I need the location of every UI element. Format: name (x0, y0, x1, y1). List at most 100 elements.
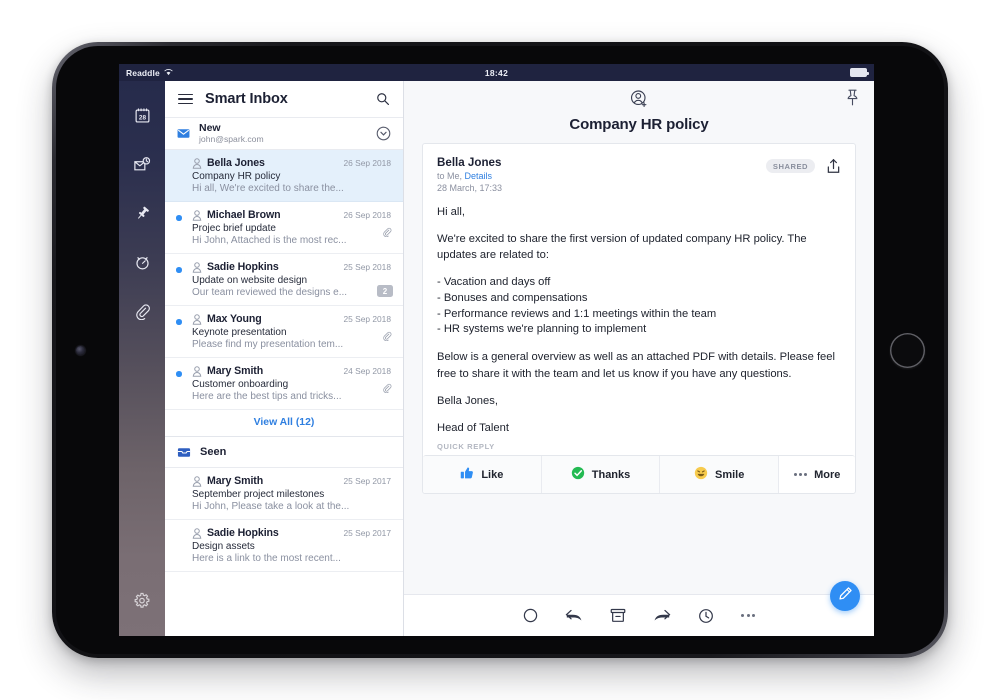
sender-name: Bella Jones (207, 157, 265, 169)
quick-reply-bar: Like Thanks Smile More (423, 455, 855, 494)
unread-dot (176, 215, 182, 221)
add-person-icon[interactable] (404, 89, 874, 109)
message-subject: Company HR policy (192, 171, 281, 182)
message-subject: Update on website design (192, 275, 308, 286)
reply-button[interactable] (565, 608, 583, 623)
message-date: 25 Sep 2017 (343, 476, 391, 486)
row-line1: Bella Jones 26 Sep 2018 (192, 157, 391, 169)
bullet-item: - Vacation and days off (437, 275, 551, 288)
message-preview: Here are the best tips and tricks... (192, 391, 342, 402)
quick-reply-label-smile: Smile (715, 468, 745, 481)
inbox-tray-icon (177, 447, 191, 458)
bullet-item: - HR systems we're planning to implement (437, 323, 647, 336)
quick-reply-thanks-button[interactable]: Thanks (541, 456, 661, 494)
message-preview: Our team reviewed the designs e... (192, 287, 348, 298)
quick-reply-label: QUICK REPLY (437, 442, 495, 452)
pin-icon (134, 205, 151, 227)
message-subject: Keynote presentation (192, 327, 287, 338)
person-icon (192, 475, 202, 487)
body-signoff: Bella Jones, (437, 394, 498, 407)
status-bar: Readdle 18:42 (119, 64, 874, 81)
message-date: 24 Sep 2018 (343, 366, 391, 376)
snooze-button[interactable] (698, 608, 714, 624)
paperclip-icon (134, 303, 151, 325)
person-icon (192, 157, 202, 169)
rail-item-inbox-pending[interactable] (119, 142, 165, 191)
body-intro: We're excited to share the first version… (437, 233, 807, 262)
list-item[interactable]: Michael Brown 26 Sep 2018 Projec brief u… (165, 202, 403, 254)
smile-emoji-icon (694, 466, 708, 483)
list-item[interactable]: Bella Jones 26 Sep 2018 Company HR polic… (165, 150, 403, 202)
message-preview: Here is a link to the most recent... (192, 553, 341, 564)
list-header: Smart Inbox (165, 81, 403, 118)
message-date: 25 Sep 2017 (343, 528, 391, 538)
gear-icon (133, 592, 151, 615)
person-icon (192, 313, 202, 325)
message-preview: Hi John, Please take a look at the... (192, 501, 350, 512)
sender-name: Sadie Hopkins (207, 527, 279, 539)
list-item[interactable]: Mary Smith 25 Sep 2017 September project… (165, 468, 403, 520)
forward-button[interactable] (653, 608, 671, 623)
search-icon[interactable] (376, 92, 390, 106)
account-row[interactable]: New john@spark.com (165, 118, 403, 150)
list-item[interactable]: Sadie Hopkins 25 Sep 2017 Design assets … (165, 520, 403, 572)
compose-button[interactable] (830, 581, 860, 611)
sender-name: Michael Brown (207, 209, 281, 221)
share-upload-icon[interactable] (826, 158, 841, 174)
message-subject: Projec brief update (192, 223, 276, 234)
unread-dot (176, 319, 182, 325)
details-link[interactable]: Details (465, 171, 493, 181)
list-item[interactable]: Sadie Hopkins 25 Sep 2018 Update on webs… (165, 254, 403, 306)
quick-reply-smile-button[interactable]: Smile (660, 456, 780, 494)
status-bar-time: 18:42 (484, 67, 509, 78)
home-button[interactable] (890, 333, 925, 368)
message-body: Hi all, We're excited to share the first… (437, 204, 841, 436)
quick-reply-label-thanks: Thanks (591, 468, 631, 481)
status-bar-right (850, 68, 869, 77)
view-all-link[interactable]: View All (12) (165, 410, 403, 437)
chevron-down-circle-icon[interactable] (376, 126, 391, 141)
quick-reply-like-button[interactable]: Like (423, 456, 542, 494)
message-meta: Bella Jones to Me, Details 28 March, 17:… (437, 156, 766, 193)
bullet-item: - Performance reviews and 1:1 meetings w… (437, 307, 717, 320)
check-circle-icon (571, 466, 585, 483)
pin-icon[interactable] (845, 89, 860, 106)
rail-item-settings[interactable] (119, 579, 165, 628)
svg-text:28: 28 (138, 114, 146, 121)
person-icon (192, 261, 202, 273)
inbox-clock-icon (133, 156, 151, 178)
calendar-28-icon: 28 (134, 107, 151, 129)
mark-unread-button[interactable] (523, 608, 538, 623)
list-item[interactable]: Max Young 25 Sep 2018 Keynote presentati… (165, 306, 403, 358)
unread-dot (176, 267, 182, 273)
rail-item-snoozed[interactable] (119, 240, 165, 289)
account-text: New john@spark.com (199, 121, 264, 144)
sender-name: Max Young (207, 313, 262, 325)
account-name: New (199, 121, 221, 134)
archive-button[interactable] (610, 608, 626, 623)
section-label: Seen (200, 446, 227, 458)
thumbs-up-icon (460, 466, 474, 483)
more-button[interactable] (741, 614, 755, 617)
front-camera (76, 346, 85, 355)
tablet-device: Readdle 18:42 28 Smart Inbox New john@sp… (52, 42, 948, 658)
body-greeting: Hi all, (437, 206, 465, 218)
sender-name: Mary Smith (207, 365, 264, 377)
sender-name: Mary Smith (207, 475, 264, 487)
paperclip-icon (382, 227, 392, 237)
list-item[interactable]: Mary Smith 24 Sep 2018 Customer onboardi… (165, 358, 403, 410)
bullet-item: - Bonuses and compensations (437, 291, 588, 304)
message-date: 26 Sep 2018 (343, 210, 391, 220)
rail-item-pinned[interactable] (119, 191, 165, 240)
left-rail: 28 (119, 81, 165, 636)
row-line1: Sadie Hopkins 25 Sep 2017 (192, 527, 391, 539)
rail-item-calendar[interactable]: 28 (119, 93, 165, 142)
message-list-scroll[interactable]: Bella Jones 26 Sep 2018 Company HR polic… (165, 150, 403, 636)
hamburger-icon[interactable] (178, 93, 193, 105)
ellipsis-icon (741, 614, 755, 617)
reader-header: Company HR policy (404, 81, 874, 143)
quick-reply-more-button[interactable]: More (779, 456, 855, 494)
reader-scroll[interactable]: Bella Jones to Me, Details 28 March, 17:… (404, 143, 874, 594)
account-email: john@spark.com (199, 133, 264, 144)
rail-item-attachments[interactable] (119, 289, 165, 338)
